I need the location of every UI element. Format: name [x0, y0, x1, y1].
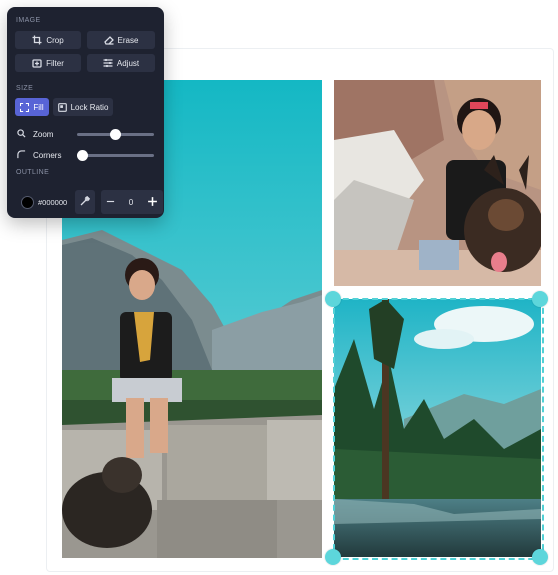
- sliders-icon: [103, 58, 113, 68]
- resize-handle-top-left[interactable]: [325, 291, 341, 307]
- zoom-label: Zoom: [33, 130, 54, 139]
- corners-icon: [17, 150, 26, 161]
- minus-icon: [106, 200, 115, 202]
- outline-width-value[interactable]: 0: [129, 198, 133, 207]
- fill-button[interactable]: Fill: [15, 98, 49, 116]
- erase-button[interactable]: Erase: [87, 31, 155, 49]
- lock-ratio-label: Lock Ratio: [70, 102, 109, 112]
- plus-icon: [148, 196, 157, 206]
- eyedropper-button[interactable]: [75, 190, 95, 214]
- corners-slider-thumb[interactable]: [77, 150, 88, 161]
- photo-woman-with-dog[interactable]: [334, 80, 541, 286]
- aspect-ratio-icon: [57, 102, 67, 112]
- eraser-icon: [103, 35, 114, 45]
- outline-color-field[interactable]: #000000: [21, 190, 75, 214]
- image-section-label: IMAGE: [16, 17, 41, 24]
- outline-color-swatch[interactable]: [21, 195, 34, 209]
- increase-width-button[interactable]: [147, 196, 158, 209]
- filter-icon: [32, 58, 42, 68]
- decrease-width-button[interactable]: [106, 197, 115, 208]
- crop-button[interactable]: Crop: [15, 31, 81, 49]
- image-edit-panel: IMAGE Crop Erase Filter Adjust SIZE Fill: [7, 7, 164, 218]
- corners-slider[interactable]: [77, 150, 154, 161]
- expand-icon: [20, 102, 30, 112]
- resize-handle-top-right[interactable]: [532, 291, 548, 307]
- adjust-button[interactable]: Adjust: [87, 54, 155, 72]
- photo-river-forest[interactable]: [334, 299, 541, 557]
- resize-handle-bottom-right[interactable]: [532, 549, 548, 565]
- eyedropper-icon: [80, 195, 91, 208]
- corners-label: Corners: [33, 151, 62, 160]
- filter-button[interactable]: Filter: [15, 54, 81, 72]
- filter-label: Filter: [46, 58, 64, 68]
- crop-icon: [32, 35, 42, 45]
- zoom-icon: [17, 129, 26, 140]
- fill-label: Fill: [33, 102, 44, 112]
- zoom-slider-thumb[interactable]: [110, 129, 121, 140]
- erase-label: Erase: [117, 35, 139, 45]
- size-section-label: SIZE: [16, 85, 34, 92]
- outline-section-label: OUTLINE: [16, 169, 50, 176]
- zoom-slider[interactable]: [77, 129, 154, 140]
- adjust-label: Adjust: [116, 58, 140, 68]
- outline-color-value: #000000: [38, 197, 68, 207]
- outline-width-stepper: 0: [101, 190, 163, 214]
- lock-ratio-button[interactable]: Lock Ratio: [53, 98, 113, 116]
- resize-handle-bottom-left[interactable]: [325, 549, 341, 565]
- crop-label: Crop: [46, 35, 64, 45]
